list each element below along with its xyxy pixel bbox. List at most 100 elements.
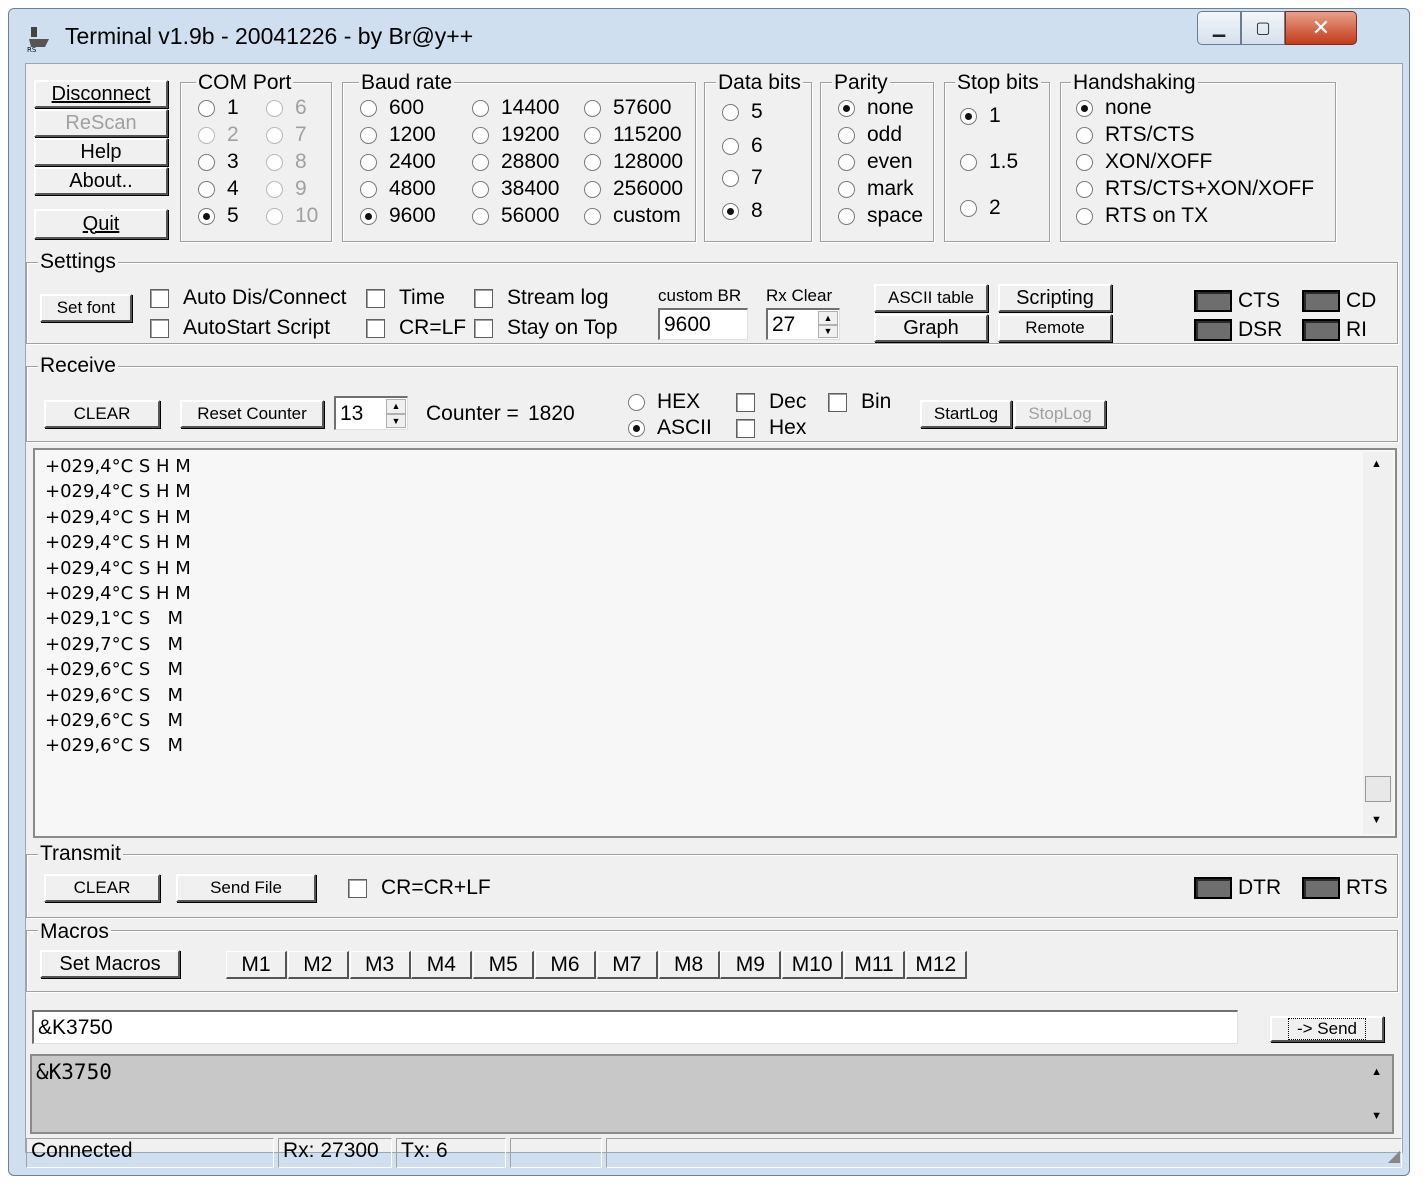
com-port-radio-8[interactable]: 8 <box>266 150 307 174</box>
baud-rate-radio-38400[interactable]: 38400 <box>472 177 559 201</box>
com-port-radio-2[interactable]: 2 <box>198 123 239 147</box>
handshaking-radio-1[interactable]: RTS/CTS <box>1076 123 1194 147</box>
parity-radio-odd[interactable]: odd <box>838 123 902 147</box>
help-button[interactable]: Help <box>34 138 168 166</box>
maximize-button[interactable]: ▢ <box>1241 11 1285 45</box>
macro-button-m3[interactable]: M3 <box>349 951 411 979</box>
macro-button-m1[interactable]: M1 <box>226 951 287 979</box>
receive-clear-button[interactable]: CLEAR <box>44 400 160 428</box>
send-input[interactable]: &K3750 <box>32 1010 1238 1044</box>
handshaking-radio-2[interactable]: XON/XOFF <box>1076 150 1212 174</box>
counter-spin-buttons[interactable]: ▲ ▼ <box>386 399 406 428</box>
stay-on-top-checkbox[interactable]: Stay on Top <box>474 316 618 340</box>
spin-down-icon[interactable]: ▼ <box>818 324 838 338</box>
quit-button[interactable]: Quit <box>34 209 168 239</box>
dec-checkbox[interactable]: Dec <box>736 390 806 414</box>
transmit-log-area[interactable]: &K3750 ▲ ▼ <box>30 1054 1394 1134</box>
custom-br-input[interactable]: 9600 <box>658 308 748 340</box>
parity-radio-none[interactable]: none <box>838 96 914 120</box>
baud-rate-radio-56000[interactable]: 56000 <box>472 204 559 228</box>
rescan-button[interactable]: ReScan <box>34 109 168 137</box>
baud-rate-radio-600[interactable]: 600 <box>360 96 424 120</box>
parity-radio-mark[interactable]: mark <box>838 177 914 201</box>
com-port-radio-7[interactable]: 7 <box>266 123 307 147</box>
data-bits-radio-8[interactable]: 8 <box>722 199 763 223</box>
data-bits-radio-5[interactable]: 5 <box>722 100 763 124</box>
auto-dis-connect-checkbox[interactable]: Auto Dis/Connect <box>150 286 346 310</box>
baud-rate-radio-19200[interactable]: 19200 <box>472 123 559 147</box>
data-bits-radio-6[interactable]: 6 <box>722 134 763 158</box>
baud-rate-radio-256000[interactable]: 256000 <box>584 177 683 201</box>
stop-log-button[interactable]: StopLog <box>1014 400 1106 428</box>
reset-counter-button[interactable]: Reset Counter <box>180 400 324 428</box>
macro-button-m9[interactable]: M9 <box>720 951 782 979</box>
bin-checkbox[interactable]: Bin <box>828 390 891 414</box>
disconnect-button[interactable]: Disconnect <box>34 80 168 108</box>
log-scroll-up-icon[interactable]: ▲ <box>1371 1066 1382 1078</box>
cr-crlf-checkbox[interactable]: CR=CR+LF <box>348 876 491 900</box>
receive-scrollbar[interactable]: ▲ ▼ <box>1363 452 1393 834</box>
handshaking-radio-4[interactable]: RTS on TX <box>1076 204 1208 228</box>
cr-lf-checkbox[interactable]: CR=LF <box>366 316 466 340</box>
macro-button-m4[interactable]: M4 <box>411 951 473 979</box>
baud-rate-radio-custom[interactable]: custom <box>584 204 681 228</box>
stream-log-checkbox[interactable]: Stream log <box>474 286 609 310</box>
log-scroll-down-icon[interactable]: ▼ <box>1371 1110 1382 1122</box>
baud-rate-radio-115200[interactable]: 115200 <box>584 123 682 147</box>
baud-rate-radio-14400[interactable]: 14400 <box>472 96 559 120</box>
parity-radio-even[interactable]: even <box>838 150 913 174</box>
handshaking-radio-0[interactable]: none <box>1076 96 1152 120</box>
macro-button-m10[interactable]: M10 <box>782 951 844 979</box>
spin-up-icon[interactable]: ▲ <box>818 311 838 325</box>
start-log-button[interactable]: StartLog <box>920 400 1012 428</box>
spin-up-icon[interactable]: ▲ <box>386 399 406 414</box>
scripting-button[interactable]: Scripting <box>998 284 1112 312</box>
macro-button-m6[interactable]: M6 <box>535 951 596 979</box>
resize-grip-icon[interactable]: ◢ <box>1388 1146 1400 1166</box>
scroll-thumb[interactable] <box>1365 776 1391 802</box>
com-port-radio-4[interactable]: 4 <box>198 177 239 201</box>
set-macros-button[interactable]: Set Macros <box>40 950 180 978</box>
about-button[interactable]: About.. <box>34 167 168 195</box>
handshaking-radio-3[interactable]: RTS/CTS+XON/XOFF <box>1076 177 1314 201</box>
com-port-radio-10[interactable]: 10 <box>266 204 318 228</box>
ascii-table-button[interactable]: ASCII table <box>874 284 988 312</box>
time-checkbox[interactable]: Time <box>366 286 445 310</box>
receive-ascii-radio[interactable]: ASCII <box>628 416 712 440</box>
baud-rate-radio-9600[interactable]: 9600 <box>360 204 436 228</box>
scroll-down-icon[interactable]: ▼ <box>1371 814 1382 826</box>
macro-button-m2[interactable]: M2 <box>287 951 349 979</box>
stop-bits-radio-1.5[interactable]: 1.5 <box>960 150 1018 174</box>
com-port-radio-9[interactable]: 9 <box>266 177 307 201</box>
rx-clear-spin-buttons[interactable]: ▲ ▼ <box>818 311 838 338</box>
autostart-script-checkbox[interactable]: AutoStart Script <box>150 316 330 340</box>
macro-button-m8[interactable]: M8 <box>658 951 720 979</box>
receive-text-area[interactable]: +029,4°C S H M +029,4°C S H M +029,4°C S H… <box>33 448 1397 838</box>
close-button[interactable]: ✕ <box>1285 11 1357 45</box>
baud-rate-radio-128000[interactable]: 128000 <box>584 150 683 174</box>
spin-down-icon[interactable]: ▼ <box>386 413 406 428</box>
set-font-button[interactable]: Set font <box>40 294 132 322</box>
macro-button-m11[interactable]: M11 <box>844 951 905 979</box>
transmit-clear-button[interactable]: CLEAR <box>44 874 160 902</box>
title-bar[interactable]: RS Terminal v1.9b - 20041226 - by Br@y++… <box>9 9 1411 63</box>
receive-hex-radio[interactable]: HEX <box>628 390 700 414</box>
baud-rate-radio-4800[interactable]: 4800 <box>360 177 436 201</box>
stop-bits-radio-2[interactable]: 2 <box>960 196 1001 220</box>
scroll-up-icon[interactable]: ▲ <box>1371 458 1382 470</box>
send-file-button[interactable]: Send File <box>176 874 316 902</box>
com-port-radio-1[interactable]: 1 <box>198 96 239 120</box>
hex-checkbox[interactable]: Hex <box>736 416 806 440</box>
baud-rate-radio-2400[interactable]: 2400 <box>360 150 436 174</box>
macro-button-m7[interactable]: M7 <box>596 951 658 979</box>
parity-radio-space[interactable]: space <box>838 204 923 228</box>
minimize-button[interactable]: ▁ <box>1197 11 1241 45</box>
rx-clear-spinner[interactable]: 27 ▲ ▼ <box>766 308 840 340</box>
data-bits-radio-7[interactable]: 7 <box>722 166 763 190</box>
baud-rate-radio-28800[interactable]: 28800 <box>472 150 559 174</box>
macro-button-m5[interactable]: M5 <box>473 951 535 979</box>
remote-button[interactable]: Remote <box>998 314 1112 342</box>
com-port-radio-6[interactable]: 6 <box>266 96 307 120</box>
counter-spinner[interactable]: 13 ▲ ▼ <box>334 396 408 430</box>
macro-button-m12[interactable]: M12 <box>905 951 967 979</box>
